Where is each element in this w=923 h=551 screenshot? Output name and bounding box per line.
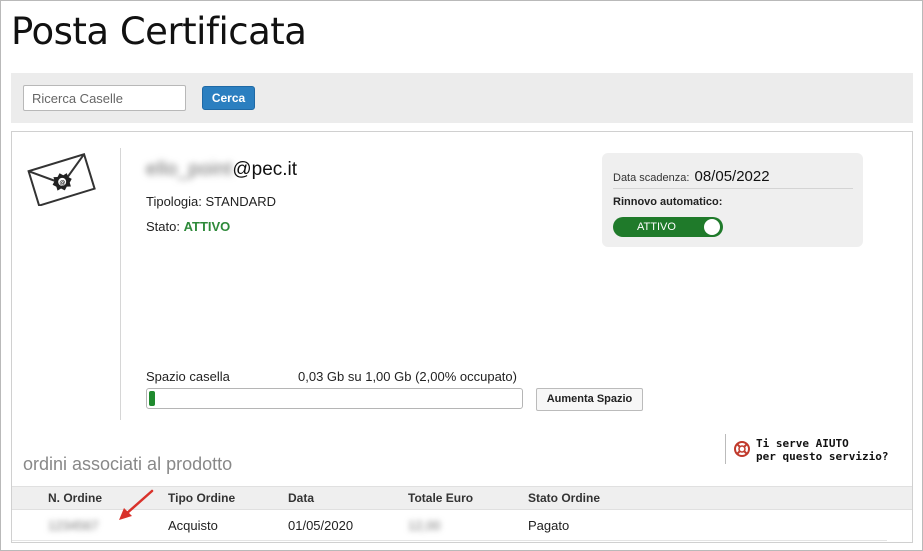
mailbox-type: Tipologia: STANDARD (146, 194, 276, 209)
certified-mail-envelope-icon: @ (27, 152, 96, 206)
increase-space-button[interactable]: Aumenta Spazio (536, 388, 643, 411)
expiry-date: Data scadenza: 08/05/2022 (613, 168, 770, 185)
column-total: Totale Euro (408, 491, 474, 505)
mailbox-card: @ ello_point@pec.it Tipologia: STANDARD … (11, 131, 913, 543)
expiry-label: Data scadenza: (613, 172, 690, 184)
order-date: 01/05/2020 (288, 518, 354, 533)
mailbox-email: ello_point@pec.it (146, 159, 297, 181)
status-label: Stato: (146, 219, 180, 234)
column-order-status: Stato Ordine (528, 491, 601, 505)
auto-renew-toggle-label: ATTIVO (637, 221, 676, 233)
page-title: Posta Certificata (11, 10, 307, 53)
vertical-divider (120, 148, 121, 420)
help-line-1: Ti serve AIUTO (756, 437, 849, 450)
column-order-type: Tipo Ordine (168, 491, 236, 505)
order-number-masked: 1234567 (48, 518, 99, 533)
lifebuoy-icon (734, 441, 750, 457)
type-value: STANDARD (205, 194, 277, 209)
expiry-value: 08/05/2022 (694, 168, 770, 185)
email-local-part-masked: ello_point (146, 159, 233, 180)
order-total-masked: 12,00 (408, 518, 441, 533)
status-value: ATTIVO (183, 219, 231, 234)
auto-renew-toggle[interactable]: ATTIVO (613, 217, 723, 237)
help-line-2: per questo servizio? (756, 450, 889, 463)
column-order-number: N. Ordine (48, 491, 103, 505)
renewal-panel: Data scadenza: 08/05/2022 Rinnovo automa… (602, 153, 863, 247)
column-date: Data (288, 491, 315, 505)
renewal-divider (613, 188, 853, 189)
help-text: Ti serve AIUTO per questo servizio? (756, 437, 896, 463)
space-label: Spazio casella (146, 369, 230, 384)
space-usage-fill (149, 391, 155, 406)
mailbox-status: Stato: ATTIVO (146, 219, 230, 234)
toggle-knob (704, 219, 720, 235)
space-value: 0,03 Gb su 1,00 Gb (2,00% occupato) (298, 369, 517, 384)
search-input[interactable] (23, 85, 186, 111)
help-link[interactable]: Ti serve AIUTO per questo servizio? (725, 434, 888, 464)
order-status: Pagato (528, 518, 570, 533)
search-bar: Cerca (11, 73, 913, 123)
type-label: Tipologia: (146, 194, 202, 209)
auto-renew-label: Rinnovo automatico: (613, 196, 723, 208)
email-domain: @pec.it (232, 159, 298, 180)
space-usage-bar (146, 388, 523, 409)
order-type: Acquisto (168, 518, 218, 533)
orders-section-title: ordini associati al prodotto (23, 454, 233, 474)
red-arrow-icon (119, 489, 154, 520)
search-button[interactable]: Cerca (202, 86, 255, 110)
